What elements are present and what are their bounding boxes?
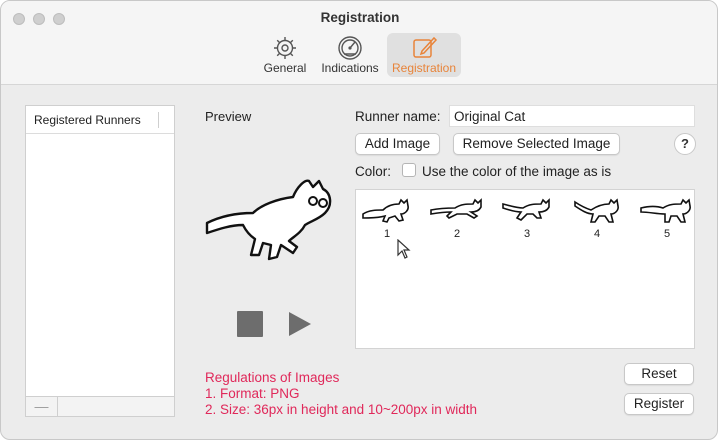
use-image-color-label[interactable]: Use the color of the image as is [422, 164, 611, 179]
header-divider [158, 112, 159, 128]
frames-grid[interactable]: 1 2 3 4 5 [355, 189, 695, 349]
register-button[interactable]: Register [624, 393, 694, 415]
registered-runners-header[interactable]: Registered Runners [26, 106, 174, 134]
tab-indications[interactable]: Indications [318, 33, 382, 77]
tab-general-label: General [263, 61, 307, 75]
frame-cat-image [502, 198, 550, 221]
preview-cat-image [205, 179, 332, 261]
frame-number: 5 [663, 228, 671, 240]
frame-cat-image [574, 198, 619, 223]
frame-cat-image [362, 198, 409, 223]
play-button[interactable] [288, 311, 312, 337]
registration-window: Registration General Indications Registr… [0, 0, 718, 440]
gauge-icon [338, 36, 362, 60]
frame-item[interactable]: 1 [359, 194, 415, 244]
frame-number: 3 [523, 228, 531, 240]
remove-runner-button[interactable]: — [26, 397, 58, 416]
frame-cat-image [430, 198, 482, 219]
list-footer: — [26, 396, 174, 416]
add-image-button[interactable]: Add Image [355, 133, 440, 155]
stop-button[interactable] [237, 311, 263, 337]
gear-icon [274, 37, 296, 59]
preview-label: Preview [205, 109, 252, 124]
regulation-size: 2. Size: 36px in height and 10~200px in … [205, 402, 478, 417]
runner-name-label: Runner name: [355, 109, 441, 124]
runner-name-input[interactable]: Original Cat [449, 105, 695, 127]
pencil-square-icon [413, 36, 438, 58]
help-button[interactable]: ? [674, 133, 696, 155]
frame-cat-image [640, 198, 691, 223]
tab-indications-label: Indications [321, 61, 379, 75]
registered-runners-header-label: Registered Runners [34, 113, 141, 127]
frame-item[interactable]: 2 [429, 194, 485, 244]
tab-registration[interactable]: Registration [387, 33, 461, 77]
frame-item[interactable]: 5 [639, 194, 695, 244]
frame-number: 4 [593, 228, 601, 240]
window-title: Registration [320, 10, 400, 25]
tab-registration-label: Registration [391, 61, 457, 75]
frame-item[interactable]: 3 [499, 194, 555, 244]
use-image-color-checkbox[interactable] [402, 163, 416, 177]
tab-general[interactable]: General [261, 33, 309, 77]
registered-runners-list[interactable]: Registered Runners — [25, 105, 175, 417]
frame-number: 2 [453, 228, 461, 240]
titlebar: Registration General Indications Registr… [1, 1, 717, 85]
reset-button[interactable]: Reset [624, 363, 694, 385]
color-label: Color: [355, 164, 392, 179]
regulation-format: 1. Format: PNG [205, 386, 300, 401]
remove-selected-image-button[interactable]: Remove Selected Image [453, 133, 620, 155]
frame-item[interactable]: 4 [569, 194, 625, 244]
regulations-title: Regulations of Images [205, 370, 340, 385]
mouse-cursor-icon [397, 239, 411, 259]
